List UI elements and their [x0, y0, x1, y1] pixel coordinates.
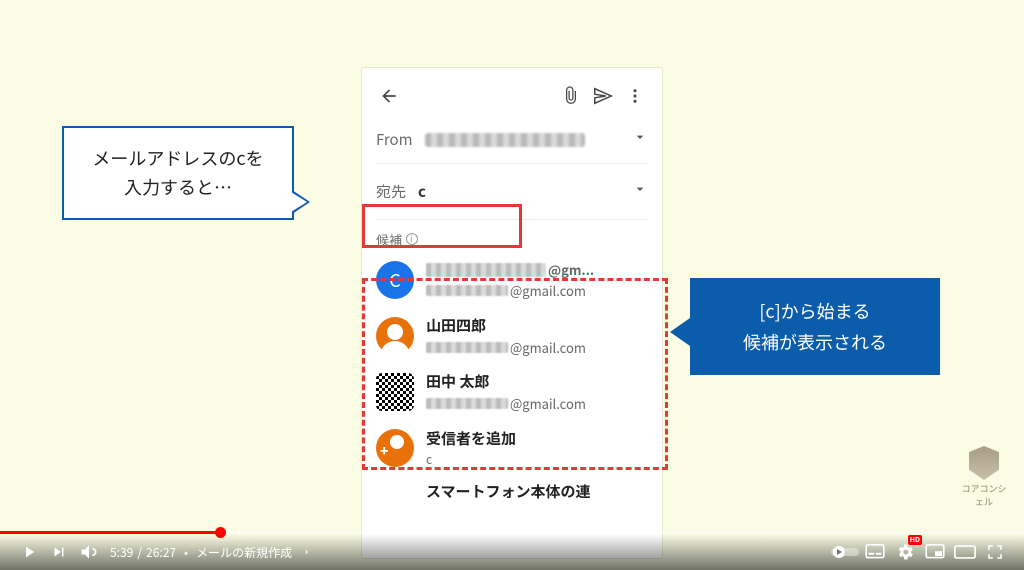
fullscreen-button[interactable]	[980, 537, 1010, 567]
miniplayer-button[interactable]	[920, 537, 950, 567]
watermark-crest-icon	[969, 446, 999, 480]
video-frame: From 宛先 c 候補 C @gm...	[0, 0, 1024, 570]
suggestion-name-suffix: @gm...	[548, 260, 594, 279]
callout-left-line2: 入力すると…	[82, 173, 274, 202]
time-display: 5:39 / 26:27 • メールの新規作成	[110, 544, 312, 561]
compose-toolbar	[376, 76, 648, 116]
more-suggestion-row[interactable]: スマートフォン本体の連	[376, 476, 648, 506]
chapter-title[interactable]: メールの新規作成	[196, 544, 292, 561]
hd-badge: HD	[908, 535, 922, 545]
time-current: 5:39	[110, 544, 133, 561]
callout-right: [c]から始まる 候補が表示される	[690, 278, 940, 375]
chevron-down-icon	[632, 129, 648, 150]
callout-left-line1: メールアドレスのcを	[82, 144, 274, 173]
to-label: 宛先	[376, 181, 406, 202]
captions-button[interactable]	[860, 537, 890, 567]
next-button[interactable]	[44, 537, 74, 567]
channel-watermark[interactable]: コアコンシェル	[958, 446, 1010, 508]
watermark-label: コアコンシェル	[958, 482, 1010, 508]
callout-right-line1: [c]から始まる	[708, 296, 922, 327]
send-icon[interactable]	[590, 85, 616, 107]
settings-button[interactable]: HD	[890, 537, 920, 567]
suggestion-name-blurred	[426, 263, 546, 277]
autoplay-toggle[interactable]	[830, 537, 860, 567]
attach-icon[interactable]	[558, 86, 584, 106]
to-input-value: c	[418, 181, 426, 202]
player-controls: 5:39 / 26:27 • メールの新規作成 HD	[0, 534, 1024, 570]
from-label: From	[376, 129, 413, 150]
theater-button[interactable]	[950, 537, 980, 567]
more-icon[interactable]	[622, 87, 648, 105]
chevron-down-icon	[632, 181, 648, 202]
play-button[interactable]	[14, 537, 44, 567]
from-row[interactable]: From	[376, 116, 648, 164]
highlight-suggestions	[362, 278, 668, 470]
chevron-right-icon[interactable]	[302, 544, 312, 561]
highlight-to-field	[362, 204, 522, 248]
more-suggestion-label: スマートフォン本体の連	[426, 481, 591, 502]
time-duration: 26:27	[146, 544, 176, 561]
back-icon[interactable]	[376, 86, 402, 106]
volume-button[interactable]	[74, 537, 104, 567]
from-address-blurred	[425, 133, 585, 147]
callout-right-line2: 候補が表示される	[708, 327, 922, 358]
callout-left: メールアドレスのcを 入力すると…	[62, 126, 294, 220]
